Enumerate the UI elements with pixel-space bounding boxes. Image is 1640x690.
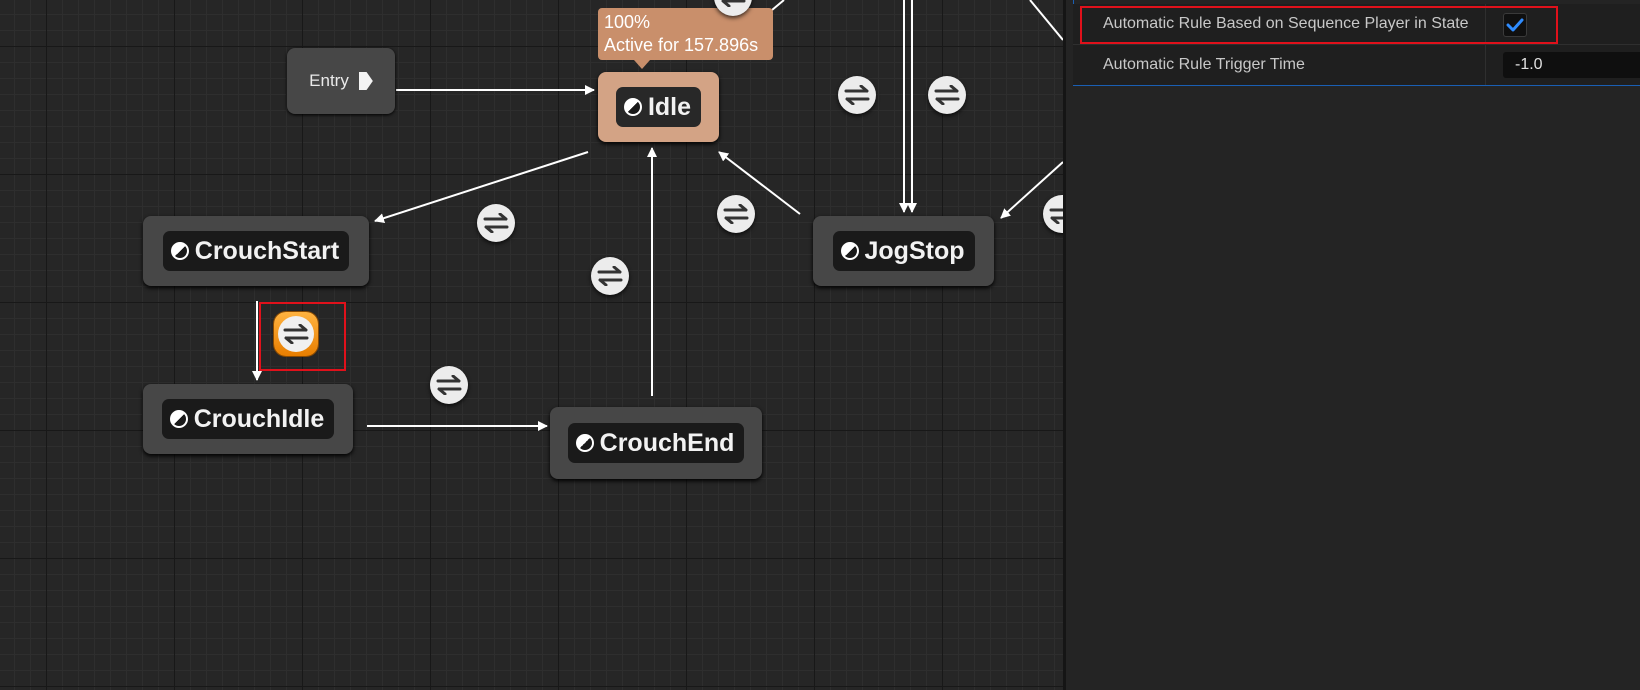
- transition-rule-icon[interactable]: [838, 76, 876, 114]
- active-state-tooltip: 100% Active for 157.896s: [598, 8, 773, 69]
- entry-arrow-icon: [358, 72, 373, 90]
- state-node-idle[interactable]: Idle: [598, 72, 719, 142]
- state-label: CrouchEnd: [599, 428, 735, 457]
- transition-wires: [252, 0, 1063, 431]
- state-node-crouchstart[interactable]: CrouchStart: [143, 216, 369, 286]
- selected-transition-highlight: [259, 302, 346, 371]
- state-icon: [840, 242, 859, 260]
- transition-rule-icon[interactable]: [430, 366, 468, 404]
- transition-rule-icon[interactable]: [717, 195, 755, 233]
- state-icon: [169, 410, 188, 428]
- state-node-jogstop[interactable]: JogStop: [813, 216, 994, 286]
- entry-node[interactable]: Entry: [287, 48, 395, 114]
- state-node-crouchidle[interactable]: CrouchIdle: [143, 384, 353, 454]
- state-icon: [623, 98, 642, 116]
- transition-rule-icon[interactable]: [591, 257, 629, 295]
- wire-top-left: [771, 0, 785, 11]
- trigger-time-label: Automatic Rule Trigger Time: [1103, 56, 1305, 73]
- transition-rule-icon[interactable]: [477, 204, 515, 242]
- tooltip-active-time: Active for 157.896s: [604, 35, 759, 55]
- state-icon: [575, 434, 594, 452]
- state-label: CrouchStart: [194, 236, 340, 265]
- state-node-crouchend[interactable]: CrouchEnd: [550, 407, 762, 479]
- wire-top-right: [1029, 0, 1063, 41]
- state-icon: [170, 242, 189, 260]
- tooltip-weight: 100%: [604, 12, 651, 32]
- entry-label: Entry: [309, 71, 349, 90]
- property-row-trigger-time: Automatic Rule Trigger Time -1.0: [1073, 45, 1640, 86]
- transition-rule-icon[interactable]: [928, 76, 966, 114]
- state-label: CrouchIdle: [193, 404, 325, 433]
- state-machine-graph[interactable]: Entry 100% Active for 157.896s Idle Crou…: [0, 0, 1063, 690]
- state-label: Idle: [647, 92, 692, 121]
- details-panel: Automatic Rule Based on Sequence Player …: [1063, 0, 1640, 690]
- state-label: JogStop: [864, 236, 965, 265]
- trigger-time-input[interactable]: -1.0: [1503, 52, 1640, 78]
- auto-rule-highlight: [1080, 6, 1558, 44]
